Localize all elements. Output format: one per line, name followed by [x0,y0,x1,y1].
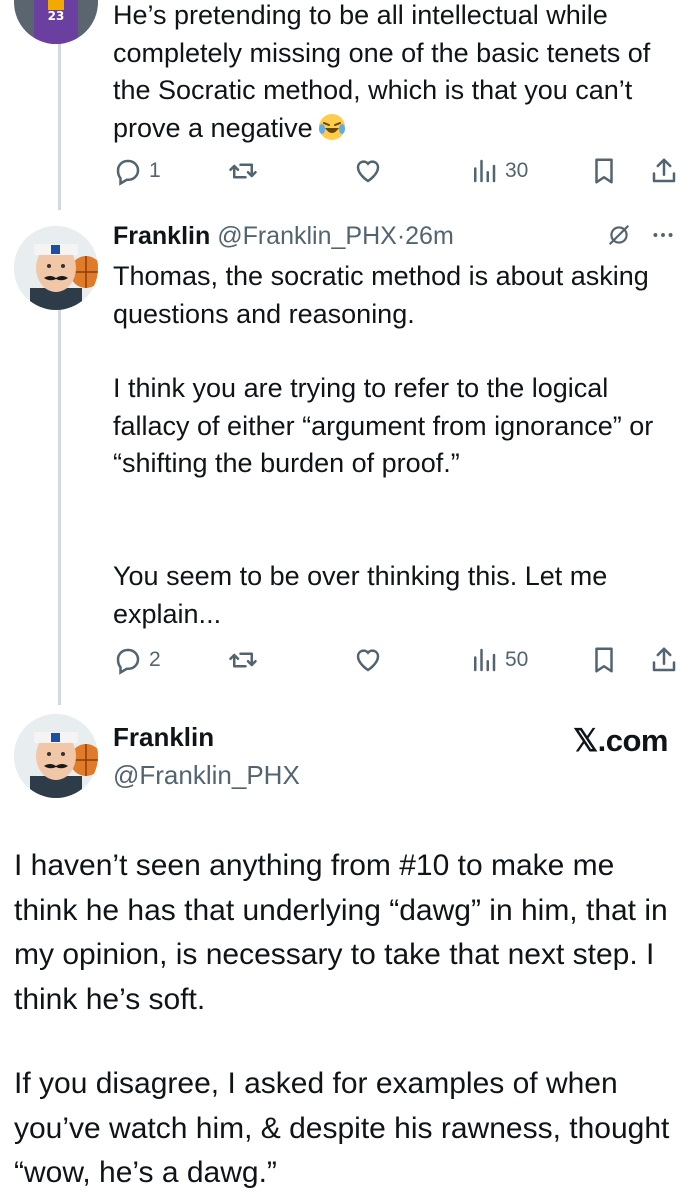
card-paragraph-1: I haven’t seen anything from #10 to make… [14,849,677,1016]
reply-icon [113,645,143,675]
like-button[interactable] [353,642,383,678]
retweet-icon [228,156,258,186]
card-author-handle[interactable]: @Franklin_PHX [113,760,300,791]
reply-count: 1 [149,159,161,182]
card-paragraph-2: If you disagree, I asked for examples of… [14,1067,678,1189]
bookmark-icon [589,645,619,675]
svg-text:23: 23 [48,9,65,23]
share-icon [649,156,679,186]
views-button[interactable]: 50 [469,642,528,678]
reply-icon [113,156,143,186]
tweet-reply-paragraph-1: Thomas, the socratic method is about ask… [113,261,657,329]
views-button[interactable]: 30 [469,153,528,189]
grok-icon[interactable] [606,222,632,253]
thread-line-reply [58,310,61,705]
tweet-reply-actions: 2 50 [113,642,683,678]
views-count: 50 [505,648,529,671]
reply-button[interactable]: 1 [113,153,161,189]
author-name[interactable]: Franklin [113,222,210,250]
avatar-franklin-card[interactable] [14,714,98,798]
tweet-reply-paragraph-2: I think you are trying to refer to the l… [113,373,661,478]
bookmark-icon [589,156,619,186]
tweet-time[interactable]: 26m [405,222,454,250]
separator-dot: · [396,222,406,250]
share-button[interactable] [649,642,679,678]
share-button[interactable] [649,153,679,189]
retweet-icon [228,645,258,675]
like-button[interactable] [353,153,383,189]
views-chart-icon [469,645,499,675]
share-icon [649,645,679,675]
bookmark-button[interactable] [589,642,619,678]
views-chart-icon [469,156,499,186]
laughing-emoji-icon [317,112,347,142]
retweet-button[interactable] [228,153,258,189]
reply-button[interactable]: 2 [113,642,161,678]
reply-count: 2 [149,648,161,671]
author-handle[interactable]: @Franklin_PHX [217,222,397,250]
tweet-reply-meta [606,222,676,253]
tweet-reply-header: Franklin @Franklin_PHX·26m [113,222,454,251]
tweet-prev-actions: 1 30 [113,153,683,189]
avatar-prev[interactable]: 23 [14,0,98,44]
views-count: 30 [505,159,529,182]
card-author-name[interactable]: Franklin [113,722,214,753]
heart-icon [353,156,383,186]
bookmark-button[interactable] [589,153,619,189]
heart-icon [353,645,383,675]
x-com-logo: 𝕏.com [573,723,668,758]
more-dots-icon[interactable] [650,222,676,253]
avatar-franklin[interactable] [14,226,98,310]
tweet-prev-text: He’s pretending to be all intellectual w… [113,0,658,143]
retweet-button[interactable] [228,642,258,678]
thread-line-top [58,40,61,210]
tweet-reply-paragraph-3: You seem to be over thinking this. Let m… [113,561,615,629]
